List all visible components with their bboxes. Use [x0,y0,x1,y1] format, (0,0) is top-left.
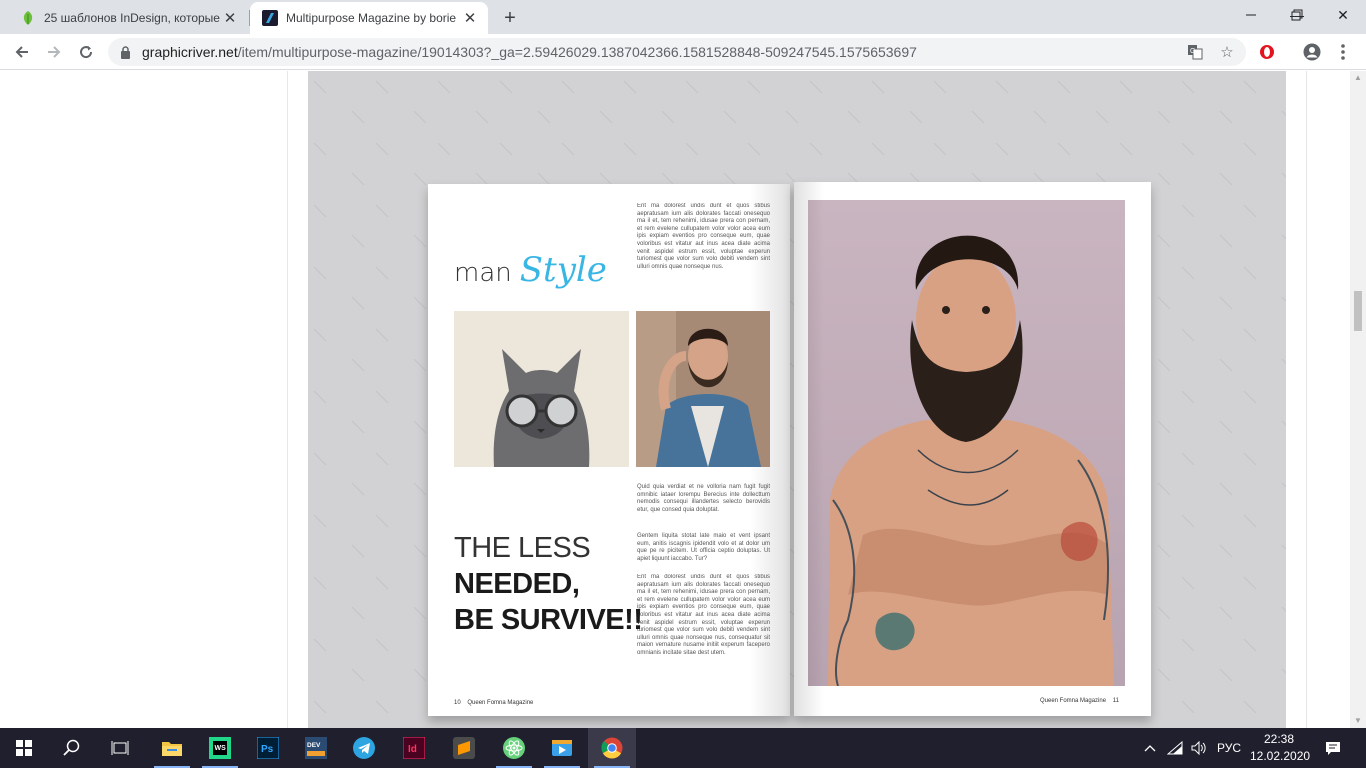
forward-icon[interactable] [40,38,68,66]
minimize-button-2[interactable] [1228,0,1274,30]
back-icon[interactable] [8,38,36,66]
item-preview-image[interactable]: man Style Ent ma dolorest undis dunt et … [308,71,1286,728]
tattooed-man-photo [808,200,1125,686]
top-body-text: Ent ma dolorest undis dunt et quos stibu… [637,203,770,270]
star-icon[interactable]: ☆ [1218,43,1236,61]
magazine-right-page: Queen Fomna Magazine 11 [794,182,1151,716]
opera-icon[interactable] [1258,43,1276,61]
new-tab-button[interactable]: + [498,6,522,30]
url-host: graphicriver.net [142,44,238,60]
chrome-icon[interactable] [588,728,636,768]
left-page-footer: 10 Queen Fomna Magazine [454,700,533,706]
url-path: /item/multipurpose-magazine/19014303?_ga… [237,44,917,60]
headline: THE LESS NEEDED, BE SURVIVE!! [454,530,643,638]
right-page-number: 11 [1112,698,1119,704]
lock-icon[interactable] [120,45,132,59]
right-page-title: Queen Fomna Magazine [1040,698,1107,704]
scroll-thumb[interactable] [1354,291,1362,331]
svg-text:Id: Id [408,744,417,755]
atom-icon[interactable] [490,728,538,768]
close-window-button[interactable]: ✕ [1320,0,1366,30]
account-icon[interactable] [1303,43,1321,61]
sublime-text-icon[interactable] [440,728,488,768]
clock-time: 22:38 [1263,732,1295,746]
bearded-man-photo [636,311,770,467]
file-explorer-icon[interactable] [148,728,196,768]
headline-line-1: THE LESS [454,532,591,564]
search-icon[interactable] [48,728,96,768]
page-gutter-shadow [794,182,824,716]
cat-with-glasses-photo [454,311,629,467]
close-tab-icon[interactable]: ✕ [220,8,240,28]
devexpress-icon[interactable]: DEV [292,728,340,768]
maximize-button[interactable] [1274,0,1320,30]
language-indicator[interactable]: РУС [1212,728,1246,768]
windows-taskbar: WS Ps DEV Id РУС 22:38 12.02.2020 [0,728,1366,768]
tab-strip: 25 шаблонов InDesign, которые ✕ Multipur… [0,0,1366,34]
menu-icon[interactable] [1334,43,1352,61]
logo-man: man [454,258,512,288]
reload-icon[interactable] [72,38,100,66]
page-content: man Style Ent ma dolorest undis dunt et … [0,71,1350,728]
scroll-up-icon[interactable]: ▲ [1354,74,1362,82]
windows-start-icon[interactable] [0,728,48,768]
left-page-title: Queen Fomna Magazine [467,700,534,706]
svg-text:WS: WS [215,745,227,752]
headline-line-2: NEEDED, [454,568,580,600]
telegram-icon[interactable] [340,728,388,768]
system-clock[interactable]: 22:38 12.02.2020 [1250,731,1311,765]
envato-icon [262,10,278,26]
svg-text:DEV: DEV [307,742,321,749]
video-player-icon[interactable] [538,728,586,768]
left-page-number: 10 [454,700,461,706]
tab-multipurpose-magazine[interactable]: Multipurpose Magazine by borie ✕ [250,2,488,34]
show-hidden-icons-icon[interactable] [1140,728,1160,768]
logo-style: Style [519,250,607,290]
indesign-icon[interactable]: Id [390,728,438,768]
clock-date: 12.02.2020 [1250,749,1311,763]
bottom-body-text: Ent ma dolorest undis dunt et quos stibu… [637,574,770,656]
translate-icon[interactable]: G [1186,43,1204,61]
column-divider [287,71,288,728]
close-tab-icon[interactable]: ✕ [460,8,480,28]
tab-indesign-templates[interactable]: 25 шаблонов InDesign, которые ✕ [8,2,248,34]
volume-icon[interactable] [1188,728,1210,768]
mid-body-text-2: Gentem liquita stotat late maio et vent … [637,533,770,562]
right-page-footer: Queen Fomna Magazine 11 [1040,698,1119,704]
url-text: graphicriver.net/item/multipurpose-magaz… [142,44,917,60]
network-icon[interactable] [1164,728,1186,768]
browser-toolbar: graphicriver.net/item/multipurpose-magaz… [0,34,1366,70]
address-bar[interactable]: graphicriver.net/item/multipurpose-magaz… [108,38,1246,66]
notifications-icon[interactable] [1318,728,1348,768]
leaf-icon [20,10,36,26]
vertical-scrollbar[interactable]: ▲ ▼ [1350,71,1366,728]
mid-body-text-1: Quid quia verdiat et ne volloria nam fug… [637,484,770,513]
column-divider [1306,71,1307,728]
manstyle-logo: man Style [454,250,607,290]
scroll-down-icon[interactable]: ▼ [1354,717,1362,725]
svg-text:Ps: Ps [261,744,274,755]
tab-title: Multipurpose Magazine by borie [286,11,457,25]
magazine-left-page: man Style Ent ma dolorest undis dunt et … [428,184,790,716]
webstorm-icon[interactable]: WS [196,728,244,768]
tab-title: 25 шаблонов InDesign, которые [44,11,220,25]
headline-line-3: BE SURVIVE!! [454,604,643,636]
photoshop-icon[interactable]: Ps [244,728,292,768]
svg-text:G: G [1190,48,1195,55]
task-view-icon[interactable] [96,728,144,768]
